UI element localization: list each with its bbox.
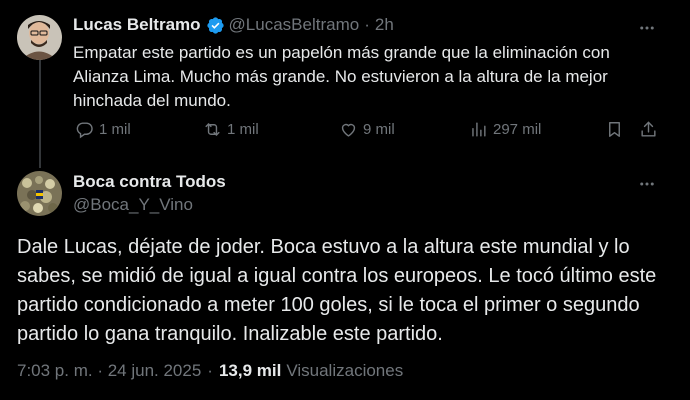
views-button[interactable]: 297 mil: [469, 120, 541, 139]
tweet-author-row: Lucas Beltramo @LucasBeltramo · 2h: [73, 15, 394, 35]
share-icon: [641, 121, 656, 137]
retweet-icon: [205, 123, 220, 136]
more-icon[interactable]: [636, 17, 658, 39]
avatar-lucas[interactable]: [17, 15, 62, 60]
author-name[interactable]: Lucas Beltramo: [73, 15, 201, 35]
like-icon: [341, 123, 356, 137]
share-button[interactable]: [639, 120, 658, 139]
more-icon[interactable]: [636, 173, 658, 195]
author-handle[interactable]: @Boca_Y_Vino: [73, 195, 193, 215]
like-count: 9 mil: [363, 121, 395, 138]
views-label: Visualizaciones: [286, 361, 404, 380]
author-handle[interactable]: @LucasBeltramo: [229, 15, 360, 35]
tweet-meta: 7:03 p. m. · 24 jun. 2025 · 13,9 mil Vis…: [17, 361, 403, 381]
bookmark-icon: [609, 122, 620, 137]
tweet-timestamp[interactable]: 7:03 p. m. · 24 jun. 2025: [17, 361, 201, 381]
views-count: 297 mil: [493, 121, 542, 138]
bookmark-button[interactable]: [605, 120, 624, 139]
author-name[interactable]: Boca contra Todos: [73, 172, 226, 192]
thread-line: [39, 60, 41, 168]
tweet-text: Empatar este partido es un papelón más g…: [73, 43, 610, 110]
tweet-text: Dale Lucas, déjate de joder. Boca estuvo…: [17, 236, 657, 345]
avatar-boca[interactable]: [17, 171, 62, 216]
views-icon: [472, 122, 486, 137]
separator-dot: ·: [364, 15, 370, 34]
reply-count: 1 mil: [99, 121, 131, 138]
verified-badge-icon: [206, 16, 225, 35]
retweet-button[interactable]: 1 mil: [203, 120, 259, 139]
separator-dot: ·: [207, 361, 213, 380]
retweet-count: 1 mil: [227, 121, 259, 138]
like-button[interactable]: 9 mil: [339, 120, 395, 139]
tweet-actions: 1 mil 1 mil 9 mil 297 mil: [73, 120, 663, 144]
views-count: 13,9 mil: [218, 361, 282, 380]
tweet-time[interactable]: 2h: [375, 15, 394, 35]
reply-icon: [76, 122, 93, 139]
reply-button[interactable]: 1 mil: [75, 120, 131, 139]
